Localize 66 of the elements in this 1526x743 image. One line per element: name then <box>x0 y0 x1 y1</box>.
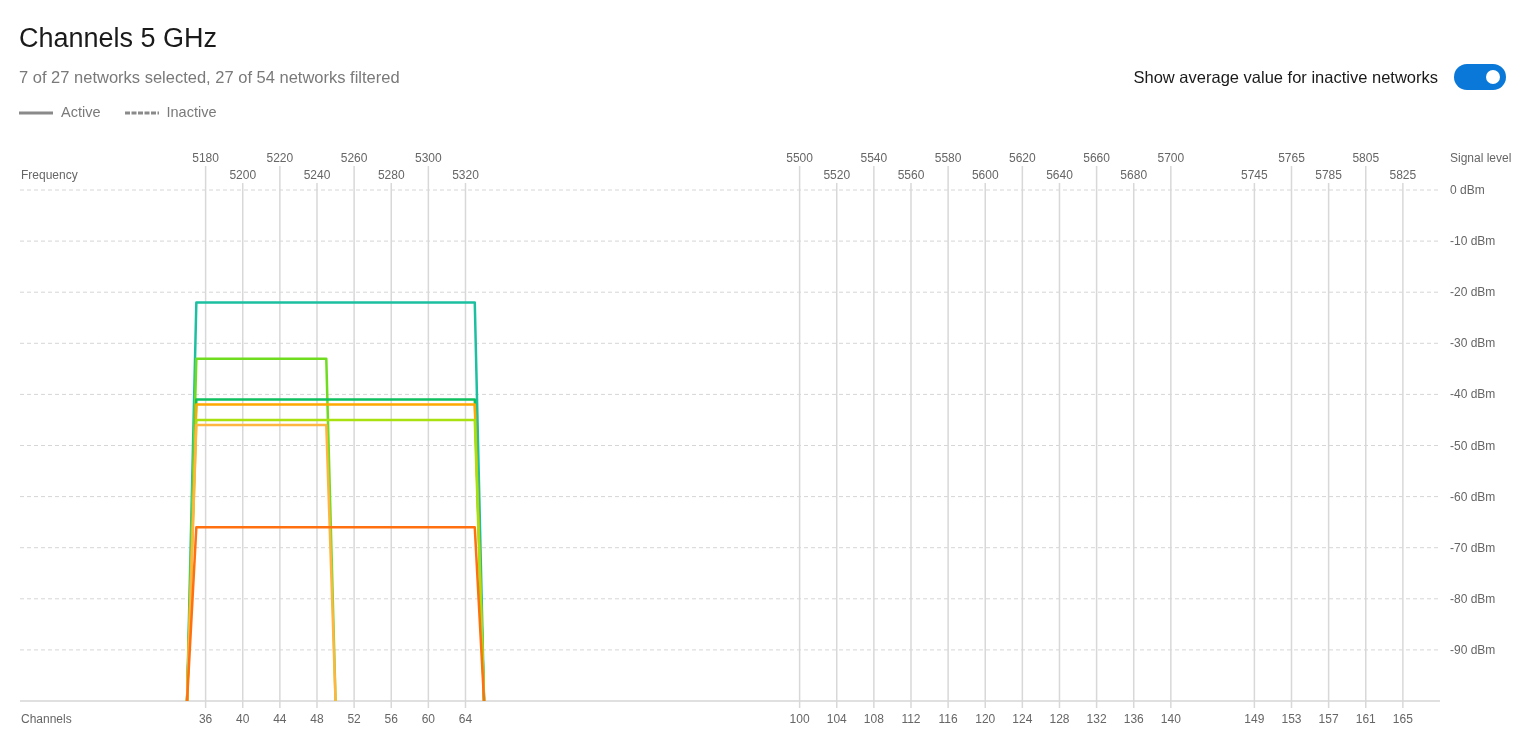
axis-tick-label: 60 <box>421 712 436 726</box>
axis-tick-label: 161 <box>1355 712 1376 726</box>
axis-tick-label: -70 dBm <box>1450 540 1496 555</box>
axis-tick-label: 5620 <box>1009 151 1036 165</box>
axis-tick-label: 140 <box>1160 712 1181 726</box>
axis-tick-label: 44 <box>273 712 287 726</box>
axis-tick-label: 5600 <box>971 168 999 182</box>
axis-tick-label: 120 <box>975 712 996 726</box>
axis-tick-label: 5540 <box>860 151 888 165</box>
axis-tick-label: 5785 <box>1315 168 1342 182</box>
axis-tick-label: 40 <box>236 712 250 726</box>
axis-tick-label: 64 <box>458 712 473 726</box>
axis-tick-label: -10 dBm <box>1450 234 1496 249</box>
axis-tick-label: 56 <box>384 712 398 726</box>
axis-tick-label: 0 dBm <box>1450 183 1485 197</box>
axis-tick-label: 5745 <box>1241 168 1268 182</box>
axis-tick-label: 5260 <box>340 151 368 165</box>
axis-title: Channels <box>21 712 72 726</box>
axis-tick-label: 5320 <box>452 168 479 182</box>
axis-tick-label: 5220 <box>266 151 294 165</box>
axis-title: Signal level <box>1450 151 1512 165</box>
axis-tick-label: 5805 <box>1352 151 1380 165</box>
axis-tick-label: 128 <box>1049 712 1070 726</box>
axis-tick-label: 5640 <box>1046 168 1073 182</box>
axis-tick-label: -90 dBm <box>1450 642 1496 657</box>
axis-tick-label: 124 <box>1012 712 1033 726</box>
axis-tick-label: -30 dBm <box>1450 336 1496 351</box>
axis-tick-label: 48 <box>310 712 324 726</box>
axis-tick-label: -80 dBm <box>1450 591 1496 606</box>
axis-tick-label: 36 <box>198 712 213 726</box>
axis-tick-label: 116 <box>938 712 958 726</box>
axis-tick-label: 52 <box>347 712 361 726</box>
axis-tick-label: -20 dBm <box>1450 285 1496 300</box>
axis-tick-label: 5300 <box>415 151 442 165</box>
axis-tick-label: 5520 <box>823 168 851 182</box>
axis-tick-label: 157 <box>1318 712 1339 726</box>
axis-tick-label: 5240 <box>303 168 331 182</box>
axis-tick-label: 5825 <box>1389 168 1417 182</box>
axis-tick-label: 5500 <box>786 151 813 165</box>
axis-tick-label: 136 <box>1123 712 1144 726</box>
axis-tick-label: 5660 <box>1083 151 1110 165</box>
axis-tick-label: 5580 <box>934 151 962 165</box>
axis-tick-label: 104 <box>826 712 847 726</box>
axis-tick-label: -60 dBm <box>1450 489 1496 504</box>
legend-label: Active <box>61 103 101 122</box>
axis-tick-label: -40 dBm <box>1450 387 1496 402</box>
axis-tick-label: 165 <box>1392 712 1413 726</box>
axis-tick-label: 149 <box>1244 712 1265 726</box>
axis-tick-label: 5700 <box>1157 151 1185 165</box>
axis-tick-label: 5200 <box>229 168 257 182</box>
axis-tick-label: 153 <box>1281 712 1302 726</box>
selection-summary: 7 of 27 networks selected, 27 of 54 networks filtered <box>19 66 400 88</box>
axis-tick-label: 5280 <box>377 168 405 182</box>
axis-tick-label: -50 dBm <box>1450 438 1496 453</box>
axis-tick-label: 5765 <box>1278 151 1305 165</box>
toggle-label: Show average value for inactive networks <box>1133 66 1438 88</box>
axis-tick-label: 5560 <box>897 168 925 182</box>
page-title: Channels 5 GHz <box>19 22 219 55</box>
axis-tick-label: 5680 <box>1120 168 1148 182</box>
axis-tick-label: 132 <box>1086 712 1107 726</box>
axis-tick-label: 108 <box>863 712 884 726</box>
axis-title: Frequency <box>21 168 78 182</box>
legend-label: Inactive <box>166 103 217 122</box>
axis-tick-label: 5180 <box>192 151 219 165</box>
axis-tick-label: 100 <box>789 712 810 726</box>
axis-tick-label: 112 <box>901 712 921 726</box>
